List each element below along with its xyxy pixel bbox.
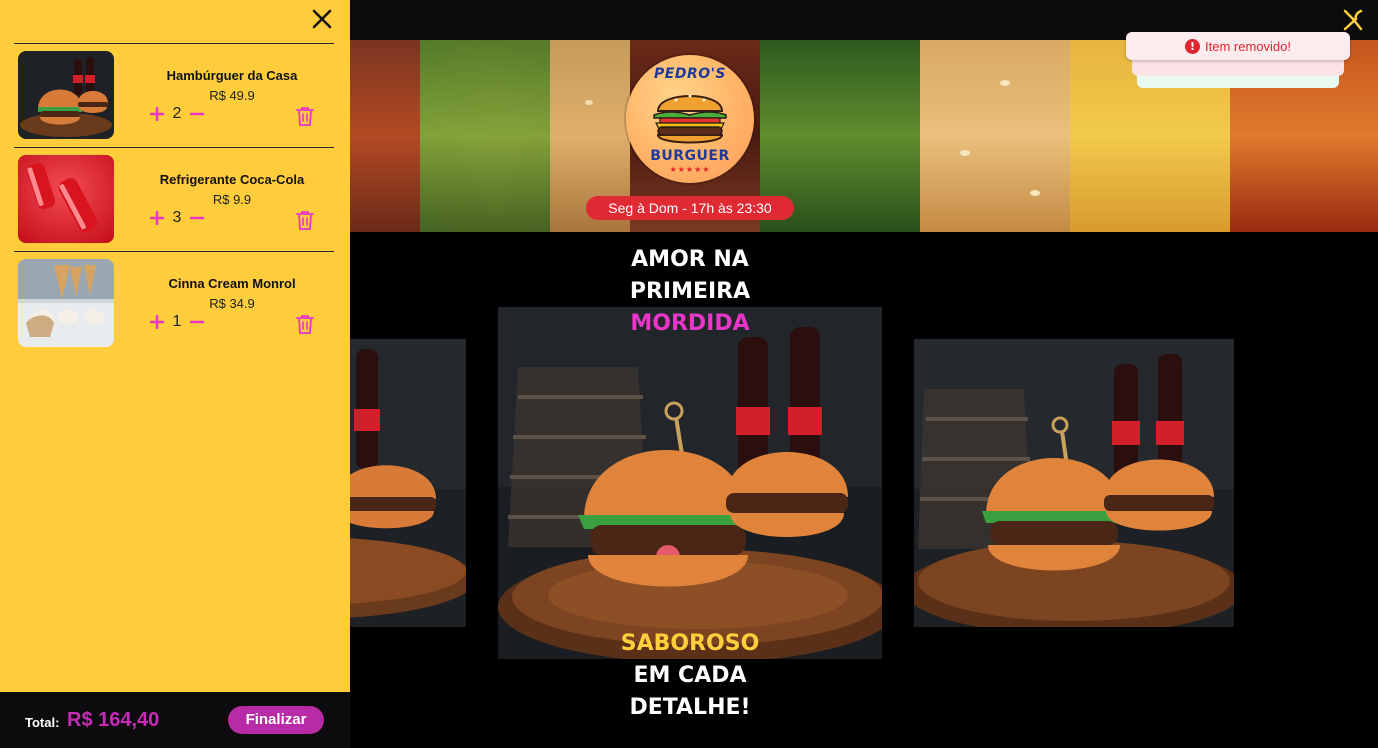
cart-item-quantity: 3: [172, 209, 182, 226]
carousel-image-left: [350, 339, 466, 627]
minus-icon[interactable]: [190, 107, 204, 121]
minus-icon[interactable]: [190, 315, 204, 329]
plus-icon[interactable]: [150, 211, 164, 225]
cart-item-price: R$ 34.9: [209, 296, 255, 311]
soda-can-photo: [18, 155, 114, 243]
opening-hours-badge: Seg à Dom - 17h às 23:30: [586, 196, 794, 220]
cart-item-name: Hambúrguer da Casa: [166, 68, 298, 83]
brand-logo: PEDRO'S BURGUER ★★★★★: [626, 55, 754, 183]
finalize-button[interactable]: Finalizar: [228, 706, 324, 734]
ice-cream-photo: [18, 259, 114, 347]
tagline-bottom-line3: DETALHE!: [629, 695, 751, 720]
burger-photo: [18, 51, 114, 139]
logo-stars: ★★★★★: [669, 165, 711, 174]
cart-item-price: R$ 9.9: [212, 192, 252, 207]
toast-message: Item removido!: [1205, 38, 1291, 54]
alert-icon: !: [1185, 38, 1200, 54]
carousel-image-right: [914, 339, 1234, 627]
tagline-bottom: SABOROSO EM CADA DETALHE!: [600, 628, 780, 724]
plus-icon[interactable]: [150, 315, 164, 329]
cart-item-name: Refrigerante Coca-Cola: [159, 172, 305, 187]
minus-icon[interactable]: [190, 211, 204, 225]
tagline-top-line2: PRIMEIRA: [629, 279, 751, 304]
cart-item-price: R$ 49.9: [209, 88, 255, 103]
cart-item: Hambúrguer da Casa R$ 49.9 2: [14, 43, 334, 147]
cart-item-name: Cinna Cream Monrol: [168, 276, 296, 291]
tagline-top-line3: MORDIDA: [630, 311, 750, 336]
trash-icon[interactable]: [296, 210, 314, 230]
trash-icon[interactable]: [296, 314, 314, 334]
total-label: Total:: [25, 715, 60, 730]
utensils-icon[interactable]: [1342, 9, 1364, 31]
carousel-image-center: [498, 307, 882, 659]
tagline-bottom-line1: SABOROSO: [620, 631, 760, 656]
tagline-top: AMOR NA PRIMEIRA MORDIDA: [600, 244, 780, 340]
cart-drawer: Hambúrguer da Casa R$ 49.9 2 Refrigerant…: [0, 0, 350, 748]
trash-icon[interactable]: [296, 106, 314, 126]
plus-icon[interactable]: [150, 107, 164, 121]
tagline-top-line1: AMOR NA: [631, 247, 749, 272]
logo-top-text: PEDRO'S: [654, 66, 726, 82]
tagline-bottom-line2: EM CADA: [633, 663, 747, 688]
logo-bottom-text: BURGUER: [650, 148, 730, 164]
total-value: R$ 164,40: [67, 709, 160, 731]
toast-stack: ! Item removido!: [1126, 32, 1350, 90]
cart-item: Cinna Cream Monrol R$ 34.9 1: [14, 251, 334, 355]
cart-item-quantity: 2: [172, 105, 182, 122]
toast-item-removed[interactable]: ! Item removido!: [1126, 32, 1350, 60]
burger-icon: [653, 94, 727, 144]
cart-item: Refrigerante Coca-Cola R$ 9.9 3: [14, 147, 334, 251]
close-icon[interactable]: [310, 7, 334, 31]
cart-item-quantity: 1: [172, 313, 182, 330]
cart-footer: Total: R$ 164,40 Finalizar: [0, 692, 350, 748]
